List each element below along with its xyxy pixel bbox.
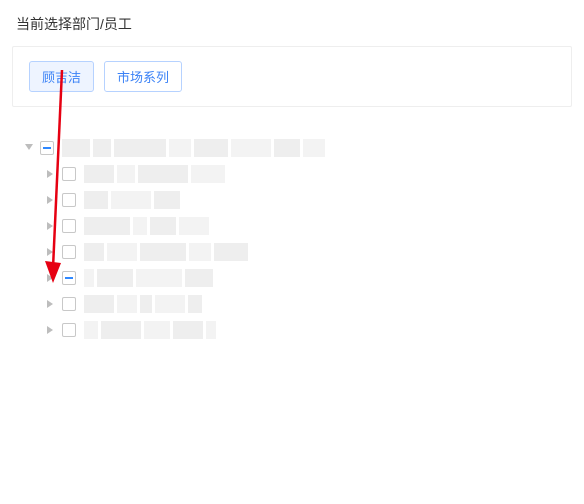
checkbox[interactable] xyxy=(62,167,76,181)
tree-item-label xyxy=(84,321,216,339)
org-tree xyxy=(0,125,584,359)
tree-item-label xyxy=(84,165,225,183)
caret-right-icon[interactable] xyxy=(46,195,56,205)
tag-label: 市场系列 xyxy=(117,67,169,86)
section-title: 当前选择部门/员工 xyxy=(0,0,584,46)
checkbox[interactable] xyxy=(62,193,76,207)
tree-root-label xyxy=(62,139,325,157)
caret-right-icon[interactable] xyxy=(46,299,56,309)
caret-right-icon[interactable] xyxy=(46,169,56,179)
selected-tags-card: 顾吉洁 市场系列 xyxy=(12,46,572,107)
tree-item-label xyxy=(84,295,202,313)
checkbox[interactable] xyxy=(62,271,76,285)
tree-child-item[interactable] xyxy=(24,317,568,343)
tree-child-item[interactable] xyxy=(24,239,568,265)
tag-selected-employee[interactable]: 顾吉洁 xyxy=(29,61,94,92)
tag-selected-department[interactable]: 市场系列 xyxy=(104,61,182,92)
checkbox[interactable] xyxy=(62,245,76,259)
tree-child-item[interactable] xyxy=(24,187,568,213)
caret-right-icon[interactable] xyxy=(46,221,56,231)
caret-right-icon[interactable] xyxy=(46,247,56,257)
tree-item-label xyxy=(84,269,213,287)
tree-child-item[interactable] xyxy=(24,161,568,187)
tree-child-item[interactable] xyxy=(24,213,568,239)
caret-right-icon[interactable] xyxy=(46,325,56,335)
tree-root-item[interactable] xyxy=(24,135,568,161)
caret-down-icon[interactable] xyxy=(24,143,34,153)
tree-item-label xyxy=(84,243,248,261)
tag-label: 顾吉洁 xyxy=(42,67,81,86)
checkbox[interactable] xyxy=(62,297,76,311)
tree-child-item[interactable] xyxy=(24,291,568,317)
tree-item-label xyxy=(84,191,180,209)
tree-item-label xyxy=(84,217,209,235)
checkbox-root[interactable] xyxy=(40,141,54,155)
caret-right-icon[interactable] xyxy=(46,273,56,283)
checkbox[interactable] xyxy=(62,323,76,337)
tree-child-item[interactable] xyxy=(24,265,568,291)
selected-dept-employee-panel: 当前选择部门/员工 顾吉洁 市场系列 xyxy=(0,0,584,359)
checkbox[interactable] xyxy=(62,219,76,233)
